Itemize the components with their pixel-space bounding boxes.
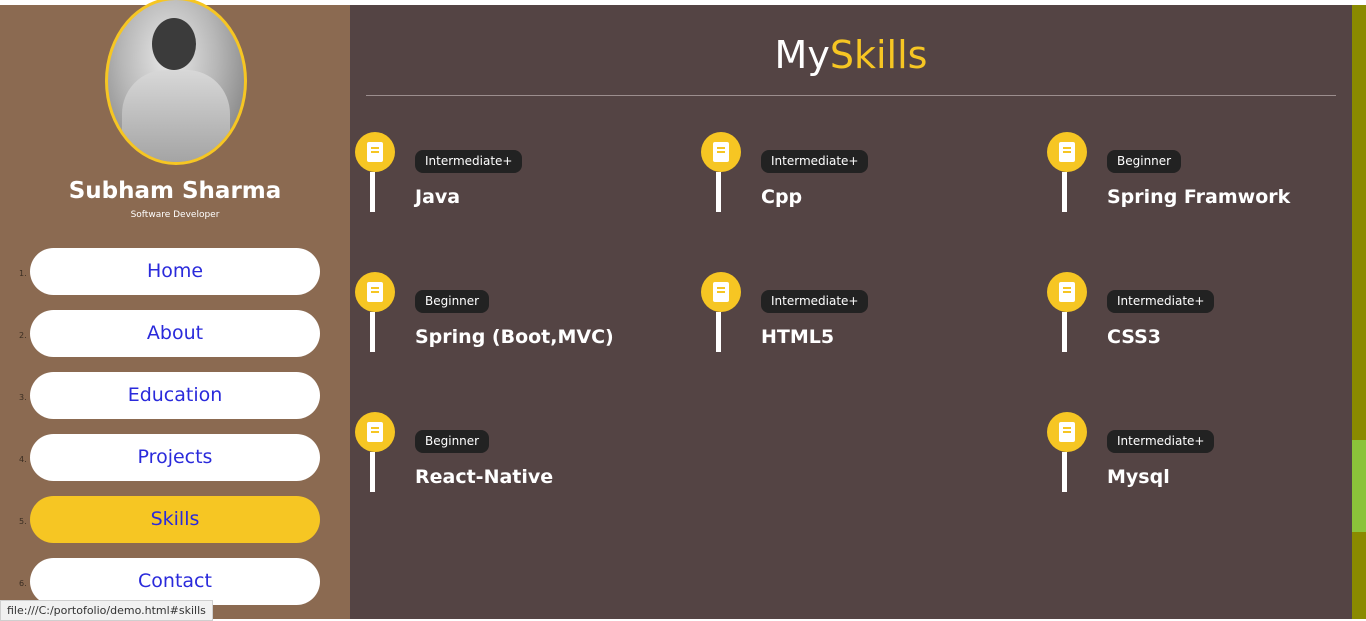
nav-number: 2.: [19, 331, 27, 340]
book-icon: [1047, 132, 1087, 172]
skill-level-badge: Beginner: [415, 290, 490, 313]
scrollbar-thumb[interactable]: [1352, 440, 1366, 532]
page-scrollbar[interactable]: [1352, 5, 1366, 619]
skill-name: CSS3: [1107, 326, 1162, 348]
browser-status-bar-url: file:///C:/portofolio/demo.html#skills: [0, 600, 213, 621]
nav-about-button[interactable]: About: [30, 310, 320, 357]
nav-number: 4.: [19, 455, 27, 464]
nav-menu: 1. Home 2. About 3. Education 4. Project…: [0, 248, 350, 620]
skill-card-css3: Intermediate+ CSS3: [1047, 272, 1347, 362]
sidebar: Subham Sharma Software Developer 1. Home…: [0, 0, 350, 620]
skill-card-cpp: Intermediate+ Cpp: [701, 132, 1001, 222]
nav-item-education: 3. Education: [0, 372, 350, 434]
skill-name: React-Native: [415, 466, 554, 488]
skill-card-java: Intermediate+ Java: [355, 132, 655, 222]
nav-education-button[interactable]: Education: [30, 372, 320, 419]
title-part-skills: Skills: [829, 33, 928, 77]
timeline-stem: [370, 312, 375, 352]
nav-projects-button[interactable]: Projects: [30, 434, 320, 481]
skill-name: Cpp: [761, 186, 803, 208]
book-icon: [1047, 272, 1087, 312]
timeline-stem: [716, 312, 721, 352]
skill-level-badge: Intermediate+: [761, 150, 869, 173]
skill-level-badge: Intermediate+: [761, 290, 869, 313]
skill-level-badge: Beginner: [1107, 150, 1182, 173]
skill-card-mysql: Intermediate+ Mysql: [1047, 412, 1347, 502]
avatar-body-shape: [122, 70, 230, 162]
skill-name: Mysql: [1107, 466, 1170, 488]
nav-skills-button[interactable]: Skills: [30, 496, 320, 543]
nav-number: 6.: [19, 579, 27, 588]
book-icon: [355, 412, 395, 452]
nav-number: 5.: [19, 517, 27, 526]
nav-item-home: 1. Home: [0, 248, 350, 310]
skill-card-html5: Intermediate+ HTML5: [701, 272, 1001, 362]
book-icon: [1047, 412, 1087, 452]
nav-item-projects: 4. Projects: [0, 434, 350, 496]
title-part-my: My: [774, 33, 830, 77]
skill-level-badge: Intermediate+: [1107, 290, 1215, 313]
timeline-stem: [1062, 172, 1067, 212]
skill-name: Spring (Boot,MVC): [415, 326, 614, 348]
avatar-head-shape: [152, 18, 196, 70]
skill-name: Spring Framwork: [1107, 186, 1291, 208]
skill-name: HTML5: [761, 326, 835, 348]
page-title: MySkills: [350, 33, 1352, 77]
nav-number: 1.: [19, 269, 27, 278]
timeline-stem: [370, 452, 375, 492]
profile-name: Subham Sharma: [68, 178, 282, 204]
book-icon: [355, 272, 395, 312]
skill-card-react-native: Beginner React-Native: [355, 412, 655, 502]
timeline-stem: [1062, 312, 1067, 352]
avatar: [105, 0, 247, 165]
timeline-stem: [716, 172, 721, 212]
nav-number: 3.: [19, 393, 27, 402]
book-icon: [701, 132, 741, 172]
nav-item-about: 2. About: [0, 310, 350, 372]
book-icon: [355, 132, 395, 172]
nav-home-button[interactable]: Home: [30, 248, 320, 295]
book-icon: [701, 272, 741, 312]
skill-card-spring-framework: Beginner Spring Framwork: [1047, 132, 1347, 222]
skill-name: Java: [415, 186, 461, 208]
timeline-stem: [370, 172, 375, 212]
skill-level-badge: Beginner: [415, 430, 490, 453]
title-divider: [366, 95, 1336, 96]
main-content: MySkills Intermediate+ Java Intermediate…: [350, 5, 1352, 619]
skill-card-spring-boot-mvc: Beginner Spring (Boot,MVC): [355, 272, 655, 362]
page: Subham Sharma Software Developer 1. Home…: [0, 0, 1366, 620]
timeline-stem: [1062, 452, 1067, 492]
skill-level-badge: Intermediate+: [415, 150, 523, 173]
skill-level-badge: Intermediate+: [1107, 430, 1215, 453]
nav-item-skills: 5. Skills: [0, 496, 350, 558]
nav-contact-button[interactable]: Contact: [30, 558, 320, 605]
profile-role: Software Developer: [130, 210, 220, 220]
